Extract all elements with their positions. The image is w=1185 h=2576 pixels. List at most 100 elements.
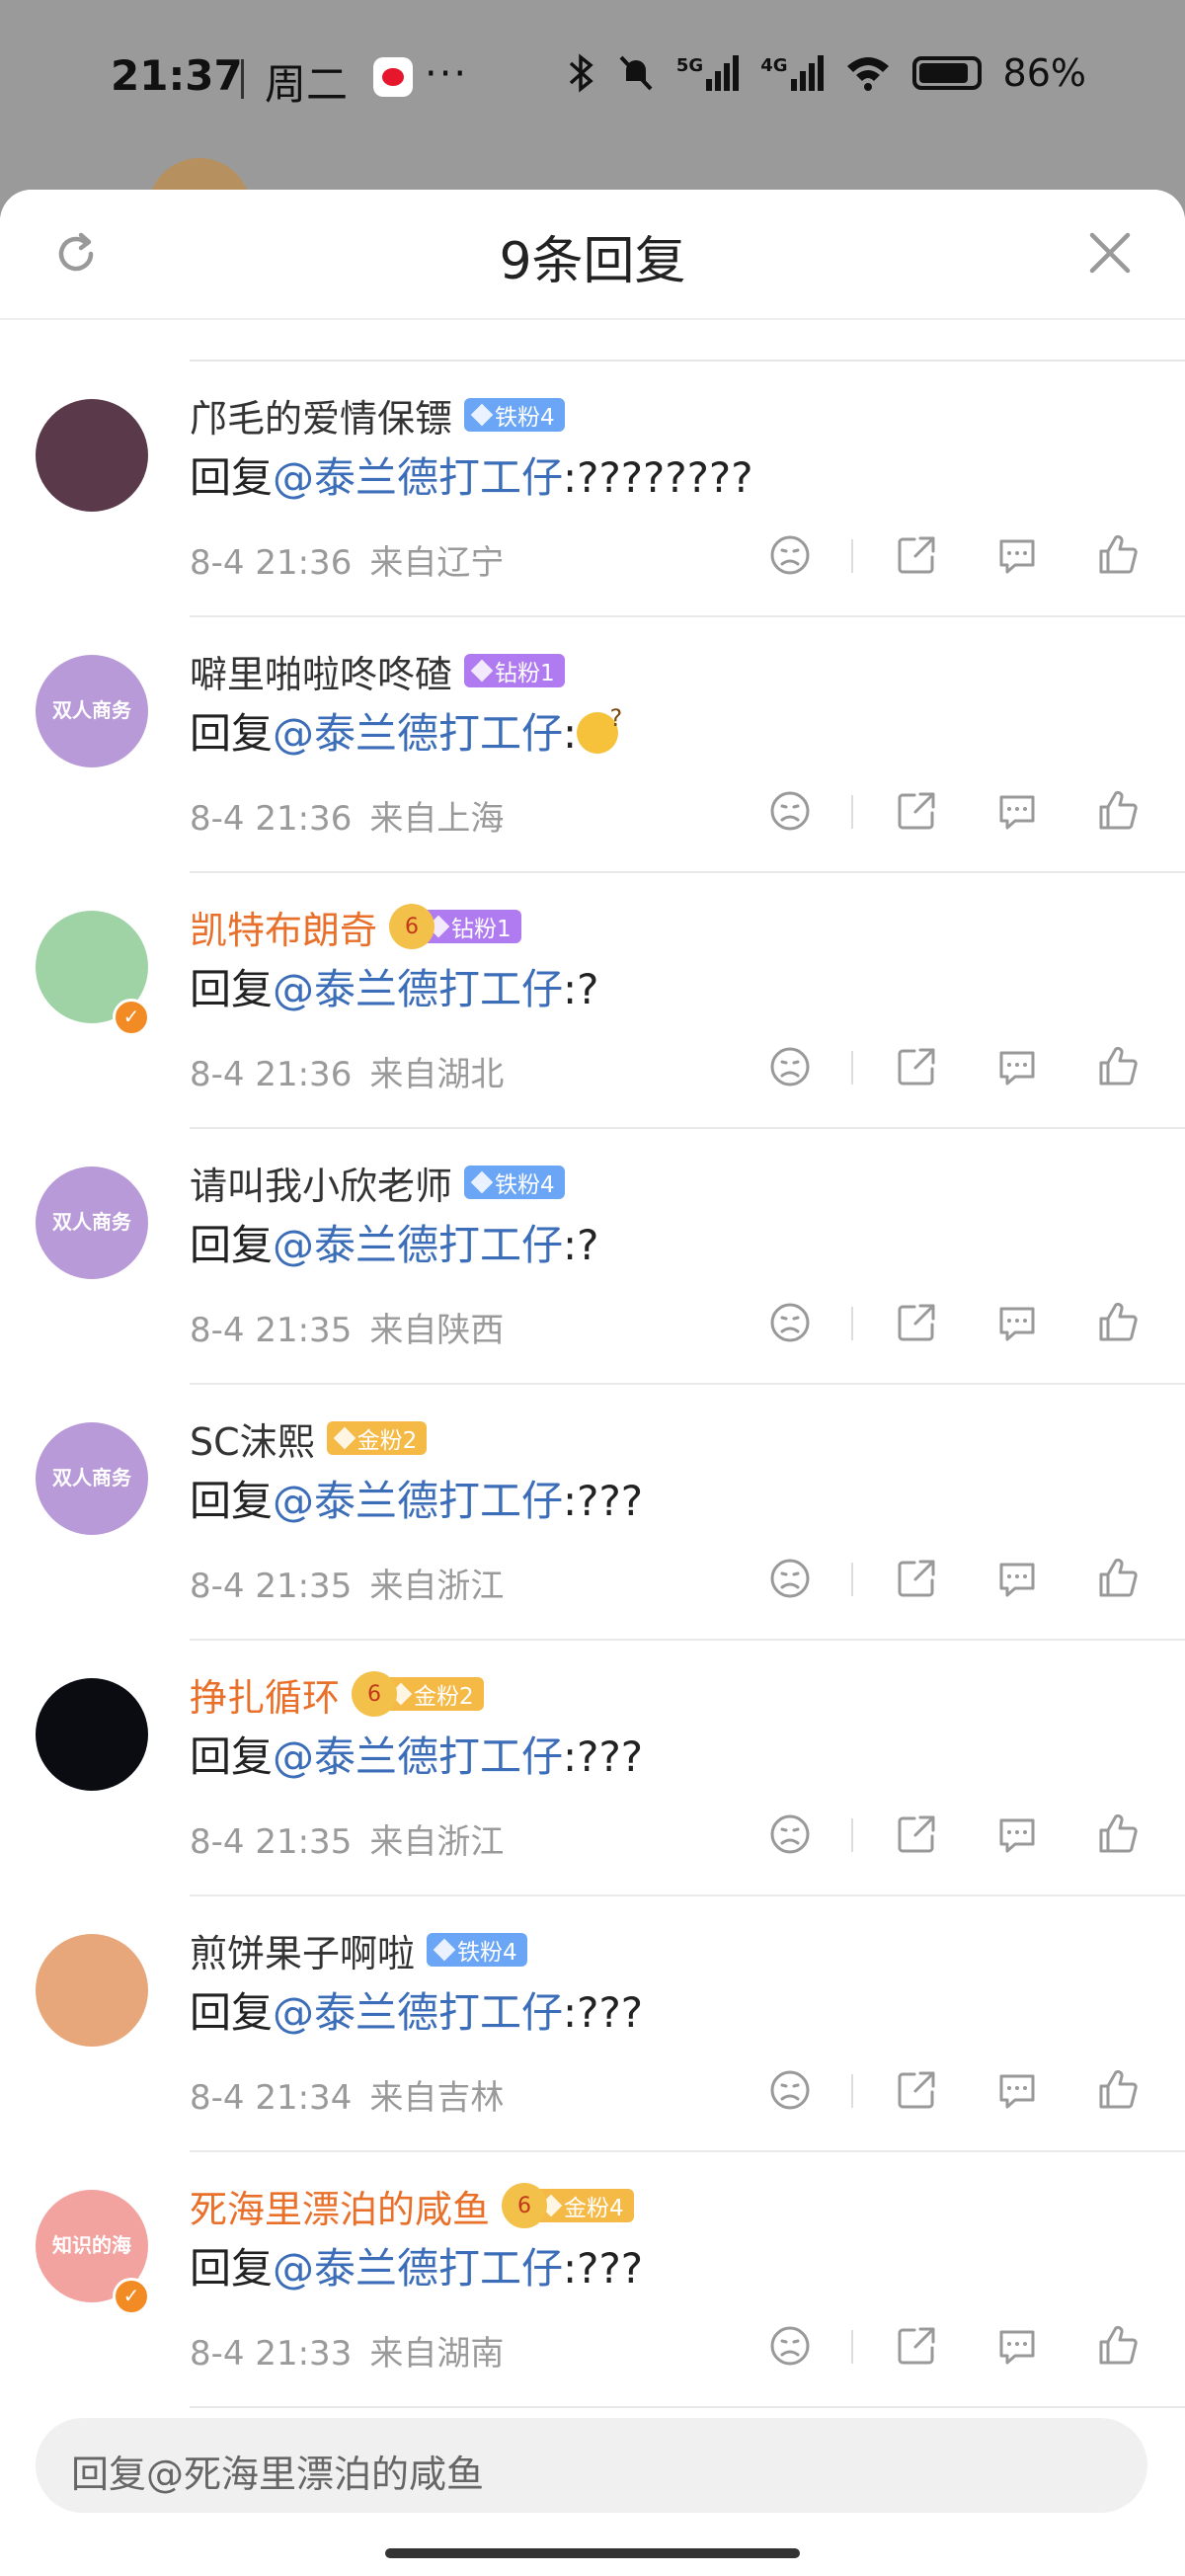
home-indicator [385, 2548, 800, 2558]
fan-badge-group[interactable]: 铁粉4 [427, 1933, 527, 1967]
status-weekday: 周二 [265, 60, 349, 109]
share-icon[interactable] [895, 2068, 938, 2112]
name-row: 邝毛的爱情保镖 铁粉4 [190, 387, 565, 443]
comment-icon[interactable] [995, 1045, 1039, 1088]
comment-row[interactable]: 挣扎循环 6 金粉2 回复@泰兰德打工仔:??? 8-4 21:35 来自浙江 [0, 1641, 1185, 1896]
avatar[interactable]: 双人商务 [36, 1167, 148, 1279]
comment-body: :???????? [563, 453, 753, 502]
username[interactable]: 凯特布朗奇 [190, 900, 377, 954]
comment-row[interactable]: ✓ 凯特布朗奇 6 钻粉1 回复@泰兰德打工仔:? 8-4 21:36 来自湖北 [0, 873, 1185, 1129]
like-icon[interactable] [1096, 2324, 1140, 2368]
like-icon[interactable] [1096, 1557, 1140, 1600]
fan-badge-label: 钻粉1 [495, 661, 555, 686]
like-icon[interactable] [1096, 2068, 1140, 2112]
reply-input[interactable]: 回复@死海里漂泊的咸鱼 [36, 2418, 1147, 2513]
like-icon[interactable] [1096, 789, 1140, 833]
avatar[interactable] [36, 1678, 148, 1791]
fan-badge-label: 铁粉4 [457, 1940, 517, 1966]
fan-badge-group[interactable]: 钻粉1 [464, 654, 565, 687]
username[interactable]: SC沫熙 [190, 1411, 315, 1466]
dislike-face-icon[interactable] [768, 1812, 812, 1856]
like-icon[interactable] [1096, 533, 1140, 577]
like-icon[interactable] [1096, 1301, 1140, 1344]
fan-badge-label: 铁粉4 [495, 405, 555, 431]
comment-icon[interactable] [995, 1812, 1039, 1856]
share-icon[interactable] [895, 1301, 938, 1344]
dislike-face-icon[interactable] [768, 533, 812, 577]
share-icon[interactable] [895, 1557, 938, 1600]
fan-badge-group[interactable]: 铁粉4 [464, 1166, 565, 1199]
fan-badge: 金粉2 [383, 1677, 484, 1711]
username[interactable]: 煎饼果子啊啦 [190, 1923, 415, 1977]
comment-row[interactable]: 双人商务 SC沫熙 金粉2 回复@泰兰德打工仔:??? 8-4 21:35 来自浙江 [0, 1385, 1185, 1641]
comment-icon[interactable] [995, 2068, 1039, 2112]
close-icon[interactable] [1086, 229, 1134, 277]
dislike-face-icon[interactable] [768, 1301, 812, 1344]
weibo-notification-icon [373, 57, 413, 97]
username[interactable]: 挣扎循环 [190, 1667, 340, 1722]
username[interactable]: 邝毛的爱情保镖 [190, 388, 452, 443]
comment-row[interactable]: 煎饼果子啊啦 铁粉4 回复@泰兰德打工仔:??? 8-4 21:34 来自吉林 [0, 1896, 1185, 2152]
comment-row[interactable]: 双人商务 请叫我小欣老师 铁粉4 回复@泰兰德打工仔:? 8-4 21:35 来自陕西 [0, 1129, 1185, 1385]
mention-link[interactable]: @泰兰德打工仔 [273, 709, 563, 758]
fan-badge-group[interactable]: 6 金粉4 [502, 2183, 634, 2228]
username[interactable]: 请叫我小欣老师 [190, 1156, 452, 1210]
share-icon[interactable] [895, 533, 938, 577]
dislike-face-icon[interactable] [768, 789, 812, 833]
mention-link[interactable]: @泰兰德打工仔 [273, 1221, 563, 1269]
comment-icon[interactable] [995, 2324, 1039, 2368]
avatar[interactable] [36, 399, 148, 512]
comment-icon[interactable] [995, 1557, 1039, 1600]
mention-link[interactable]: @泰兰德打工仔 [273, 1477, 563, 1525]
dislike-face-icon[interactable] [768, 1045, 812, 1088]
dislike-face-icon[interactable] [768, 1557, 812, 1600]
like-icon[interactable] [1096, 1812, 1140, 1856]
comment-text: 回复@泰兰德打工仔:???????? [190, 444, 753, 505]
reply-prefix: 回复 [190, 709, 274, 758]
battery-percent: 86% [1002, 51, 1086, 95]
comment-icon[interactable] [995, 533, 1039, 577]
comment-row[interactable]: 知识的海 ✓ 死海里漂泊的咸鱼 6 金粉4 回复@泰兰德打工仔:??? 8-4 21:33 来… [0, 2152, 1185, 2408]
share-icon[interactable] [895, 2324, 938, 2368]
avatar[interactable]: 双人商务 [36, 655, 148, 767]
mention-link[interactable]: @泰兰德打工仔 [273, 1988, 563, 2037]
dislike-face-icon[interactable] [768, 2324, 812, 2368]
fan-badge-group[interactable]: 金粉2 [326, 1421, 428, 1455]
comment-actions [0, 783, 1185, 839]
avatar[interactable]: 双人商务 [36, 1422, 148, 1535]
actions-divider [851, 1051, 853, 1085]
fan-badge-group[interactable]: 铁粉4 [464, 398, 565, 432]
avatar[interactable] [36, 1934, 148, 2047]
comment-body: :??? [563, 2244, 644, 2293]
name-row: 请叫我小欣老师 铁粉4 [190, 1155, 565, 1210]
mention-link[interactable]: @泰兰德打工仔 [273, 2244, 563, 2293]
actions-divider [851, 1818, 853, 1852]
mention-link[interactable]: @泰兰德打工仔 [273, 965, 563, 1013]
comment-body: :??? [563, 1732, 644, 1781]
share-icon[interactable] [895, 1812, 938, 1856]
comment-icon[interactable] [995, 789, 1039, 833]
reply-prefix: 回复 [190, 2244, 274, 2293]
comment-row[interactable]: 双人商务噼里啪啦咚咚碴钻粉1回复@泰兰德打工仔:8-4 21:36来自上海 [0, 617, 1185, 873]
mention-link[interactable]: @泰兰德打工仔 [273, 1732, 563, 1781]
like-icon[interactable] [1096, 1045, 1140, 1088]
network-4g-label: 4G [760, 55, 788, 76]
mention-link[interactable]: @泰兰德打工仔 [273, 453, 563, 502]
share-icon[interactable] [895, 789, 938, 833]
comment-text: 回复@泰兰德打工仔:? [190, 1212, 598, 1272]
fan-badge: 铁粉4 [464, 1166, 565, 1199]
dislike-face-icon[interactable] [768, 2068, 812, 2112]
comment-row[interactable]: 邝毛的爱情保镖 铁粉4 回复@泰兰德打工仔:???????? 8-4 21:36 来自辽… [0, 362, 1185, 617]
comment-body: :??? [563, 1477, 644, 1525]
username[interactable]: 噼里啪啦咚咚碴 [190, 644, 452, 698]
username[interactable]: 死海里漂泊的咸鱼 [190, 2179, 490, 2233]
name-row: 挣扎循环 6 金粉2 [190, 1666, 484, 1722]
thinking-face-emoji-icon [577, 704, 622, 754]
comment-icon[interactable] [995, 1301, 1039, 1344]
gem-icon [470, 403, 494, 427]
fan-badge-group[interactable]: 6 金粉2 [352, 1671, 484, 1717]
fan-badge-group[interactable]: 6 钻粉1 [389, 904, 521, 949]
name-row: 凯特布朗奇 6 钻粉1 [190, 899, 521, 954]
comment-actions [0, 1295, 1185, 1350]
share-icon[interactable] [895, 1045, 938, 1088]
